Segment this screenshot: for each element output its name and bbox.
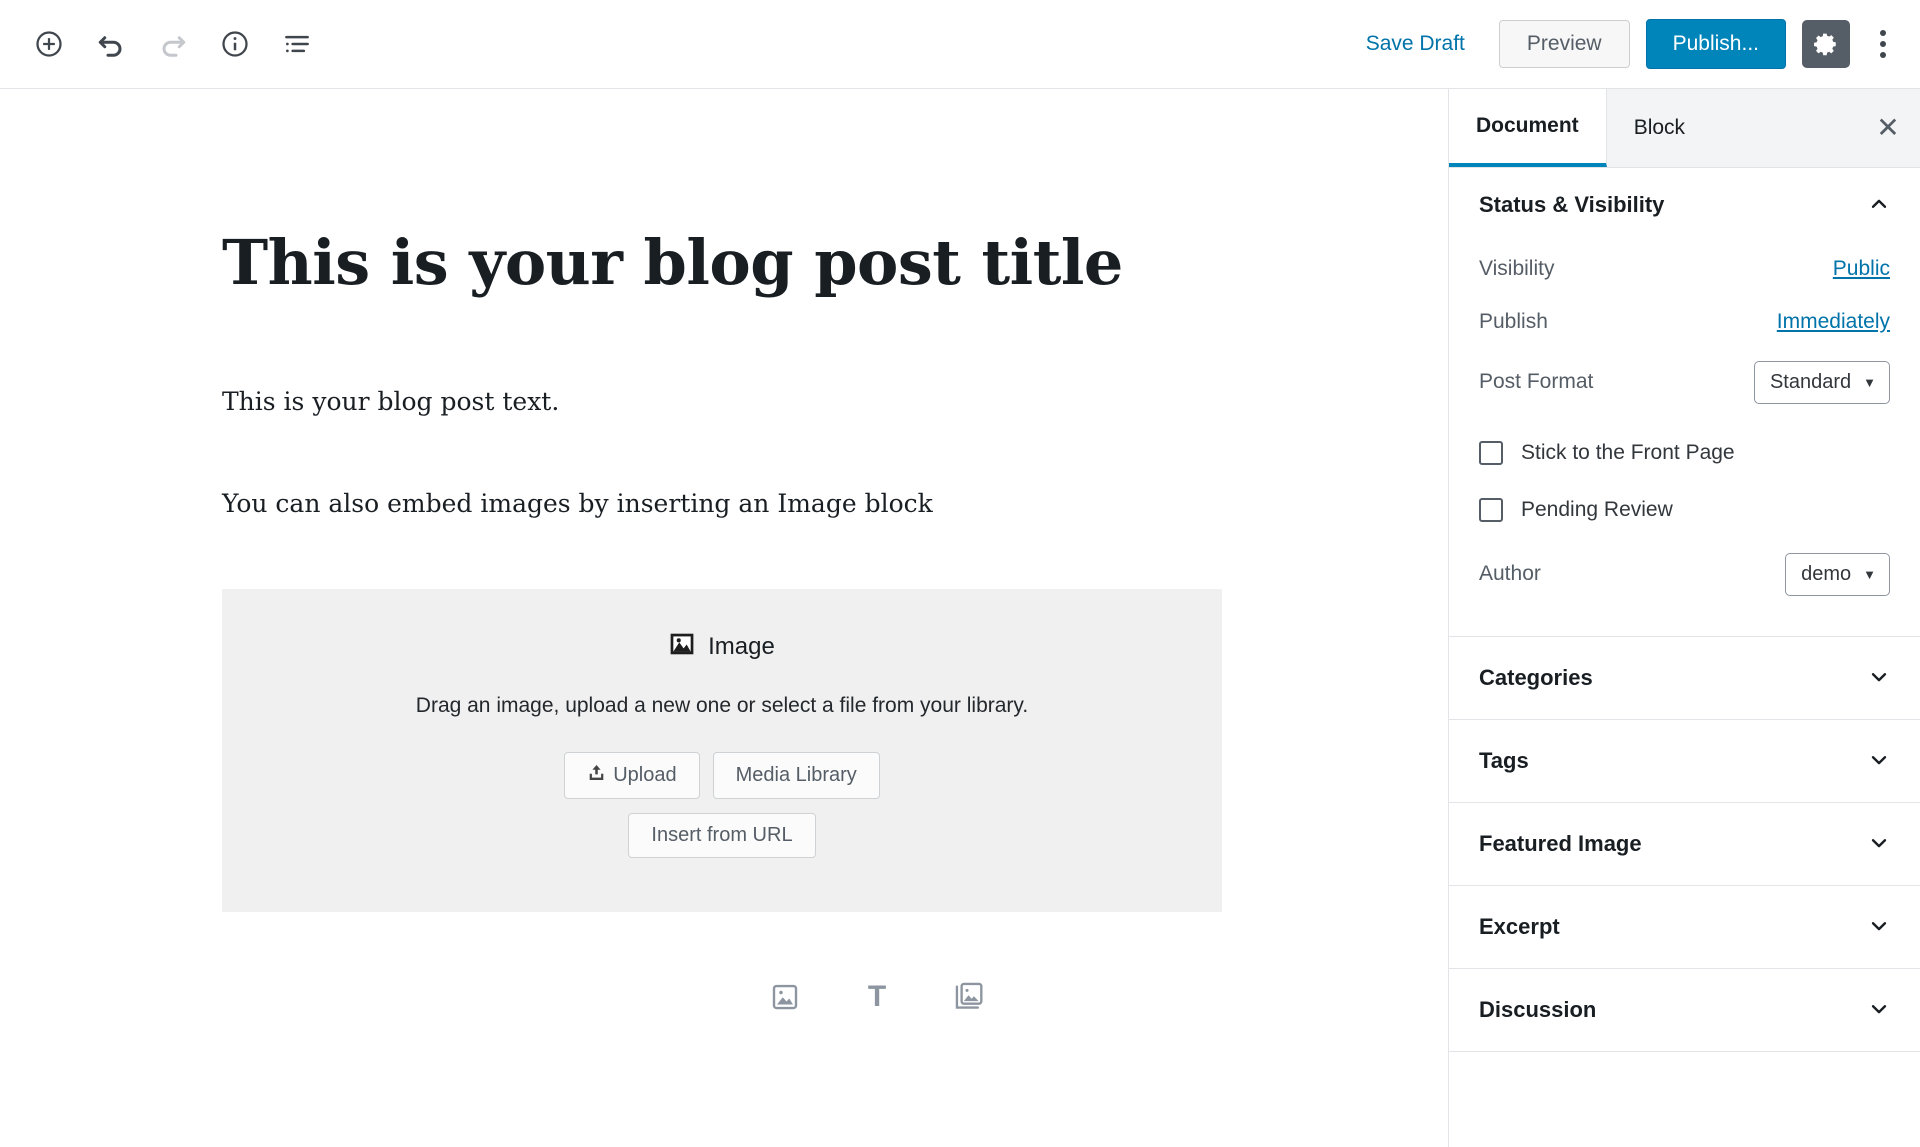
media-library-button[interactable]: Media Library [712,752,880,800]
visibility-row: Visibility Public [1479,242,1890,295]
post-format-label: Post Format [1479,370,1594,393]
content-info-icon[interactable] [204,13,266,75]
panel-title: Tags [1479,748,1529,773]
panel-tags: Tags [1449,720,1920,803]
save-draft-button[interactable]: Save Draft [1352,24,1479,64]
ellipsis-vertical-icon[interactable] [1860,18,1906,70]
panel-discussion-header[interactable]: Discussion [1449,969,1920,1051]
author-value: demo [1801,562,1852,585]
text-paragraph-icon[interactable]: T [854,974,900,1020]
insert-from-url-button[interactable]: Insert from URL [628,813,816,859]
tab-document[interactable]: Document [1449,89,1607,167]
visibility-label: Visibility [1479,256,1555,280]
sticky-label: Stick to the Front Page [1521,440,1735,464]
editor-canvas: This is your blog post title This is you… [0,89,1448,1147]
panel-status-visibility-body: Visibility Public Publish Immediately Po… [1449,242,1920,636]
panel-title: Excerpt [1479,914,1560,939]
chevron-down-icon [1868,749,1890,774]
chevron-up-icon [1868,193,1890,218]
toolbar-left-group [0,13,328,75]
image-block-secondary-actions: Insert from URL [222,813,1222,859]
image-outline-icon[interactable] [762,974,808,1020]
panel-title: Discussion [1479,997,1597,1022]
undo-icon[interactable] [80,13,142,75]
chevron-down-icon: ▼ [1863,566,1876,582]
panel-title: Status & Visibility [1479,192,1665,217]
upload-button[interactable]: Upload [564,752,700,800]
redo-icon[interactable] [142,13,204,75]
block-suggestions: T [222,974,1222,1020]
post-paragraph[interactable]: You can also embed images by inserting a… [222,484,1448,524]
panel-discussion: Discussion [1449,969,1920,1052]
settings-sidebar: Document Block ✕ Status & Visibility Vis… [1448,89,1920,1147]
image-block-placeholder[interactable]: Image Drag an image, upload a new one or… [222,589,1222,913]
dot [1880,41,1886,47]
image-block-header: Image [222,631,1222,662]
visibility-value-button[interactable]: Public [1833,257,1890,281]
panel-excerpt: Excerpt [1449,886,1920,969]
post-format-value: Standard [1769,370,1852,393]
publish-button[interactable]: Publish... [1645,19,1786,69]
panel-status-visibility: Status & Visibility Visibility Public Pu… [1449,168,1920,637]
panel-featured-image: Featured Image [1449,803,1920,886]
panel-status-visibility-header[interactable]: Status & Visibility [1449,168,1920,242]
chevron-down-icon [1868,915,1890,940]
image-block-primary-actions: Upload Media Library [222,752,1222,800]
author-select[interactable]: demo ▼ [1785,552,1890,596]
add-block-icon[interactable] [18,13,80,75]
upload-button-label: Upload [613,764,677,787]
image-block-instructions: Drag an image, upload a new one or selec… [415,694,1029,718]
upload-icon [587,763,606,788]
post-content: This is your blog post title This is you… [0,227,1448,1020]
panel-featured-image-header[interactable]: Featured Image [1449,803,1920,885]
chevron-down-icon: ▼ [1863,374,1876,390]
chevron-down-icon [1868,998,1890,1023]
post-paragraph[interactable]: This is your blog post text. [222,382,1448,422]
sticky-checkbox[interactable] [1479,440,1503,465]
sidebar-tabs: Document Block ✕ [1449,89,1920,168]
gallery-icon[interactable] [946,974,992,1020]
post-title[interactable]: This is your blog post title [222,227,1448,299]
publish-row: Publish Immediately [1479,295,1890,348]
pending-review-label: Pending Review [1521,497,1673,521]
toolbar-right-group: Save Draft Preview Publish... [1352,18,1920,70]
chevron-down-icon [1868,666,1890,691]
panel-title: Categories [1479,665,1593,690]
sticky-checkbox-row[interactable]: Stick to the Front Page [1479,424,1890,481]
author-label: Author [1479,562,1541,585]
author-row: Author demo ▼ [1479,538,1890,610]
block-navigation-icon[interactable] [266,13,328,75]
chevron-down-icon [1868,832,1890,857]
dot [1880,30,1886,36]
gear-icon[interactable] [1802,20,1850,68]
publish-value-button[interactable]: Immediately [1777,310,1890,334]
paragraph-glyph: T [867,980,887,1014]
publish-label: Publish [1479,309,1548,333]
panel-title: Featured Image [1479,831,1642,856]
preview-button[interactable]: Preview [1498,20,1630,68]
post-format-select[interactable]: Standard ▼ [1753,360,1890,404]
image-block-label: Image [708,632,775,660]
tab-block[interactable]: Block [1607,89,1712,167]
image-filled-icon [669,631,695,662]
pending-review-checkbox[interactable] [1479,497,1503,522]
dot [1880,52,1886,58]
panel-categories-header[interactable]: Categories [1449,637,1920,719]
pending-review-checkbox-row[interactable]: Pending Review [1479,481,1890,538]
panel-tags-header[interactable]: Tags [1449,720,1920,802]
panel-excerpt-header[interactable]: Excerpt [1449,886,1920,968]
panel-categories: Categories [1449,637,1920,720]
editor-toolbar: Save Draft Preview Publish... [0,0,1920,89]
close-icon[interactable]: ✕ [1856,89,1920,167]
post-format-row: Post Format Standard ▼ [1479,348,1890,416]
